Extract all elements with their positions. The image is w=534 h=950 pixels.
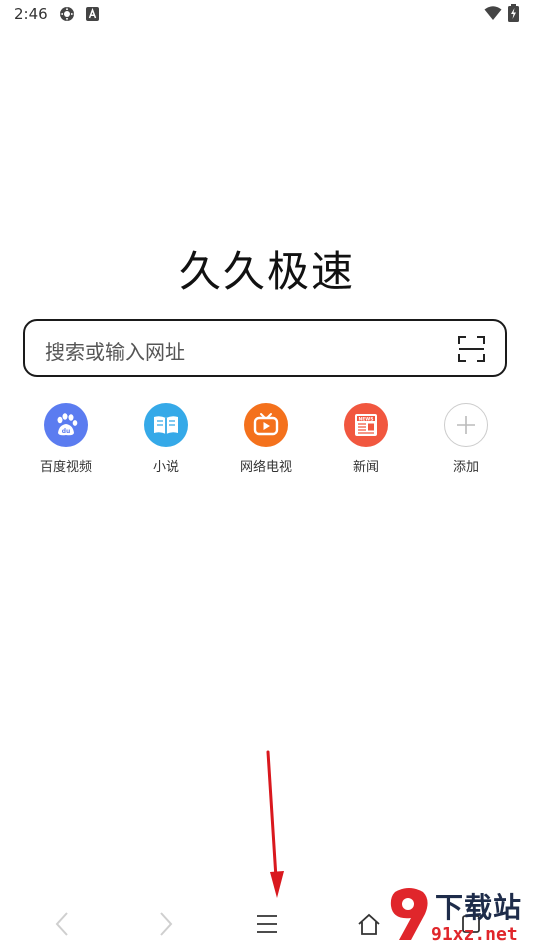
shortcut-add[interactable]: 添加 [416, 403, 516, 479]
brand-title: 久久极速 [178, 247, 355, 296]
shortcut-label: 百度视频 [39, 460, 92, 475]
plus-icon [444, 403, 488, 447]
forward-icon [160, 912, 173, 936]
status-time: 2:46 [14, 5, 48, 23]
search-input[interactable]: 搜索或输入网址 [45, 336, 185, 365]
status-bar: 2:46 [0, 0, 534, 28]
a-badge-icon [86, 6, 99, 25]
baidu-paw-icon: du [44, 403, 88, 447]
watermark-bottom-text: 91xz.net [431, 924, 518, 945]
home-icon [358, 913, 380, 935]
forward-button[interactable] [146, 906, 186, 942]
back-button[interactable] [42, 906, 82, 942]
search-box[interactable]: 搜索或输入网址 [23, 319, 507, 377]
battery-charging-icon [508, 4, 519, 26]
shortcut-novel[interactable]: 小说 [116, 403, 216, 479]
tv-play-icon [244, 403, 288, 447]
menu-button[interactable] [247, 906, 287, 942]
shortcut-label: 新闻 [352, 460, 379, 475]
settings-gear-icon [59, 6, 75, 26]
shortcut-baidu-video[interactable]: du 百度视频 [16, 403, 116, 479]
shortcut-label: 小说 [152, 460, 179, 475]
shortcut-label: 网络电视 [239, 460, 292, 475]
shortcut-network-tv[interactable]: 网络电视 [216, 403, 316, 479]
open-book-icon [144, 403, 188, 447]
scan-frame-icon[interactable] [458, 336, 485, 366]
svg-text:du: du [62, 428, 71, 435]
back-icon [55, 912, 68, 936]
wifi-icon [484, 5, 502, 25]
watermark-mark-icon [390, 888, 428, 940]
shortcut-grid: du 百度视频 小说 网络电视 NEWS 新闻 添加 [16, 403, 516, 483]
menu-icon [257, 915, 277, 933]
shortcut-label: 添加 [452, 460, 479, 475]
watermark-logo: 下载站 91xz.net [385, 884, 534, 950]
shortcut-news[interactable]: NEWS 新闻 [316, 403, 416, 479]
newspaper-icon: NEWS [344, 403, 388, 447]
watermark-top-text: 下载站 [435, 891, 523, 924]
svg-text:NEWS: NEWS [358, 416, 373, 422]
home-button[interactable] [349, 906, 389, 942]
